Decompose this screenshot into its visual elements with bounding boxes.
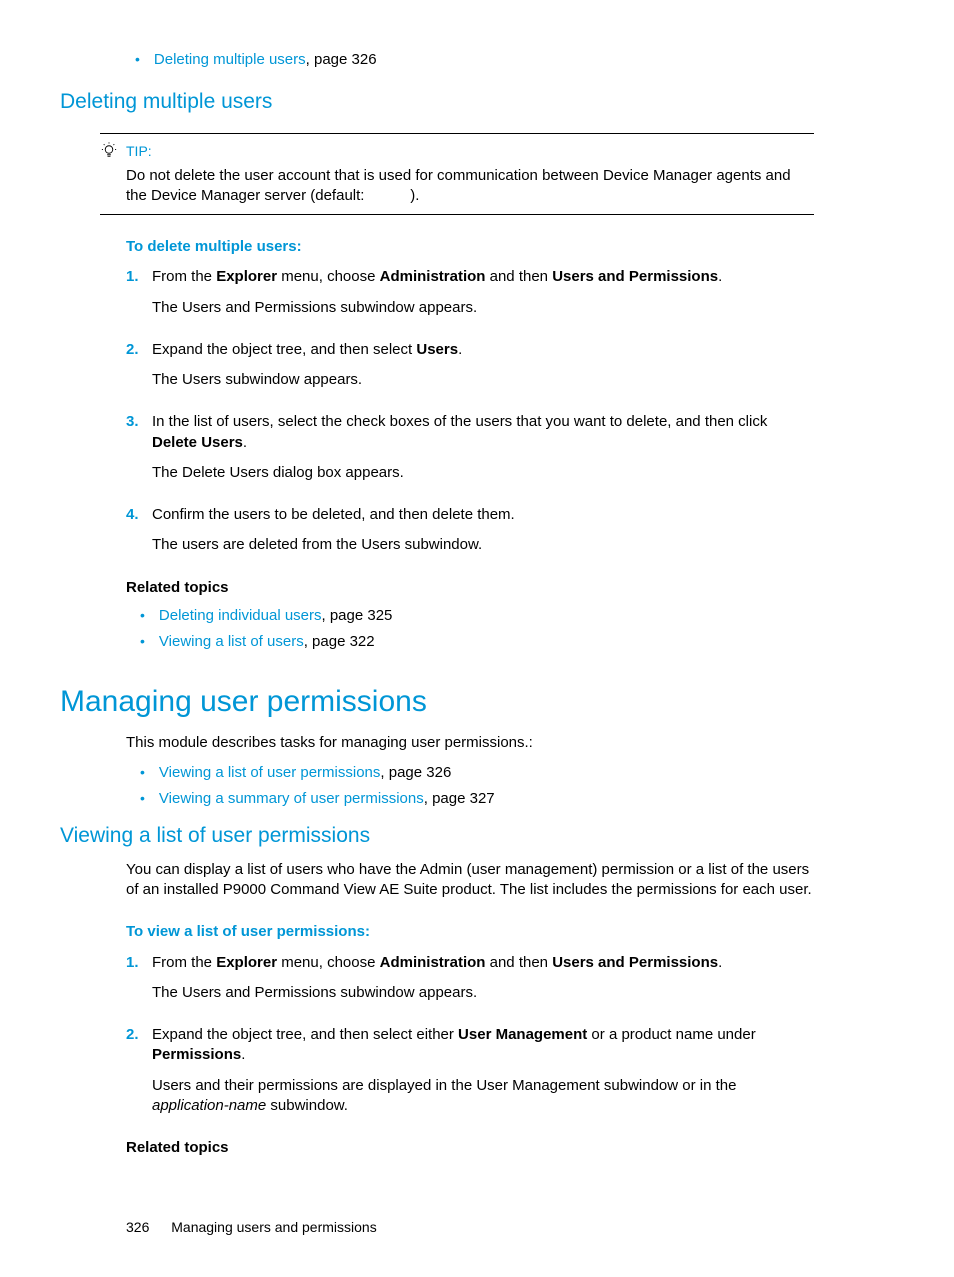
step-text: In the list of users, select the check b… (152, 412, 814, 453)
divider (100, 214, 814, 215)
page-ref: , page 326 (306, 51, 377, 68)
section-intro: This module describes tasks for managing… (126, 733, 894, 753)
step-result: The Delete Users dialog box appears. (152, 463, 814, 483)
section-heading-viewing-list-user-permissions: Viewing a list of user permissions (60, 822, 894, 850)
step-text: Expand the object tree, and then select … (152, 340, 814, 360)
link-viewing-list-of-users[interactable]: Viewing a list of users (159, 633, 304, 650)
list-item: 1. From the Explorer menu, choose Admini… (126, 953, 894, 1004)
section-heading-managing-user-permissions: Managing user permissions (60, 682, 894, 723)
list-item: • Viewing a list of user permissions, pa… (140, 763, 894, 783)
bullet-icon: • (140, 789, 145, 809)
section-bullet-list: • Viewing a list of user permissions, pa… (140, 763, 894, 810)
related-topics-heading: Related topics (126, 1138, 894, 1158)
link-viewing-summary-user-permissions[interactable]: Viewing a summary of user permissions (159, 790, 424, 807)
list-item: • Deleting individual users, page 325 (140, 606, 894, 626)
procedure-heading: To delete multiple users: (126, 237, 894, 257)
step-result: The users are deleted from the Users sub… (152, 535, 814, 555)
step-number: 2. (126, 1025, 152, 1116)
step-result: The Users subwindow appears. (152, 370, 814, 390)
list-item: 2. Expand the object tree, and then sele… (126, 340, 894, 391)
list-item: 4. Confirm the users to be deleted, and … (126, 505, 894, 556)
procedure-heading: To view a list of user permissions: (126, 922, 894, 942)
tip-body-text: Do not delete the user account that is u… (126, 166, 814, 207)
list-item: • Deleting multiple users, page 326 (135, 50, 894, 70)
step-result: The Users and Permissions subwindow appe… (152, 298, 814, 318)
link-deleting-multiple-users[interactable]: Deleting multiple users (154, 51, 306, 68)
link-viewing-list-user-permissions[interactable]: Viewing a list of user permissions (159, 764, 380, 781)
page-ref: , page 326 (380, 764, 451, 781)
step-number: 4. (126, 505, 152, 556)
ordered-list: 1. From the Explorer menu, choose Admini… (126, 267, 894, 555)
page-footer: 326 Managing users and permissions (126, 1218, 894, 1237)
step-text: Expand the object tree, and then select … (152, 1025, 814, 1066)
link-deleting-individual-users[interactable]: Deleting individual users (159, 607, 322, 624)
section-intro: You can display a list of users who have… (126, 860, 894, 901)
section-heading-deleting-multiple-users: Deleting multiple users (60, 88, 894, 116)
lightbulb-icon (100, 142, 120, 162)
bullet-icon: • (140, 606, 145, 626)
bullet-icon: • (135, 50, 140, 70)
list-item: 3. In the list of users, select the chec… (126, 412, 894, 483)
footer-chapter: Managing users and permissions (171, 1219, 376, 1235)
page-number: 326 (126, 1218, 149, 1237)
bullet-icon: • (140, 632, 145, 652)
bullet-icon: • (140, 763, 145, 783)
step-text: From the Explorer menu, choose Administr… (152, 267, 814, 287)
related-topics-heading: Related topics (126, 578, 894, 598)
step-text: Confirm the users to be deleted, and the… (152, 505, 814, 525)
page-ref: , page 325 (322, 607, 393, 624)
top-bullet-list: • Deleting multiple users, page 326 (135, 50, 894, 70)
page-ref: , page 322 (304, 633, 375, 650)
tip-label: TIP: (126, 142, 152, 161)
list-item: • Viewing a list of users, page 322 (140, 632, 894, 652)
step-text: From the Explorer menu, choose Administr… (152, 953, 814, 973)
step-result: The Users and Permissions subwindow appe… (152, 983, 814, 1003)
step-result: Users and their permissions are displaye… (152, 1076, 814, 1117)
related-topics-list: • Deleting individual users, page 325 • … (140, 606, 894, 653)
step-number: 1. (126, 953, 152, 1004)
list-item: 2. Expand the object tree, and then sele… (126, 1025, 894, 1116)
step-number: 2. (126, 340, 152, 391)
step-number: 3. (126, 412, 152, 483)
list-item: • Viewing a summary of user permissions,… (140, 789, 894, 809)
ordered-list: 1. From the Explorer menu, choose Admini… (126, 953, 894, 1117)
step-number: 1. (126, 267, 152, 318)
list-item: 1. From the Explorer menu, choose Admini… (126, 267, 894, 318)
tip-block: TIP: Do not delete the user account that… (100, 133, 814, 216)
page-ref: , page 327 (424, 790, 495, 807)
